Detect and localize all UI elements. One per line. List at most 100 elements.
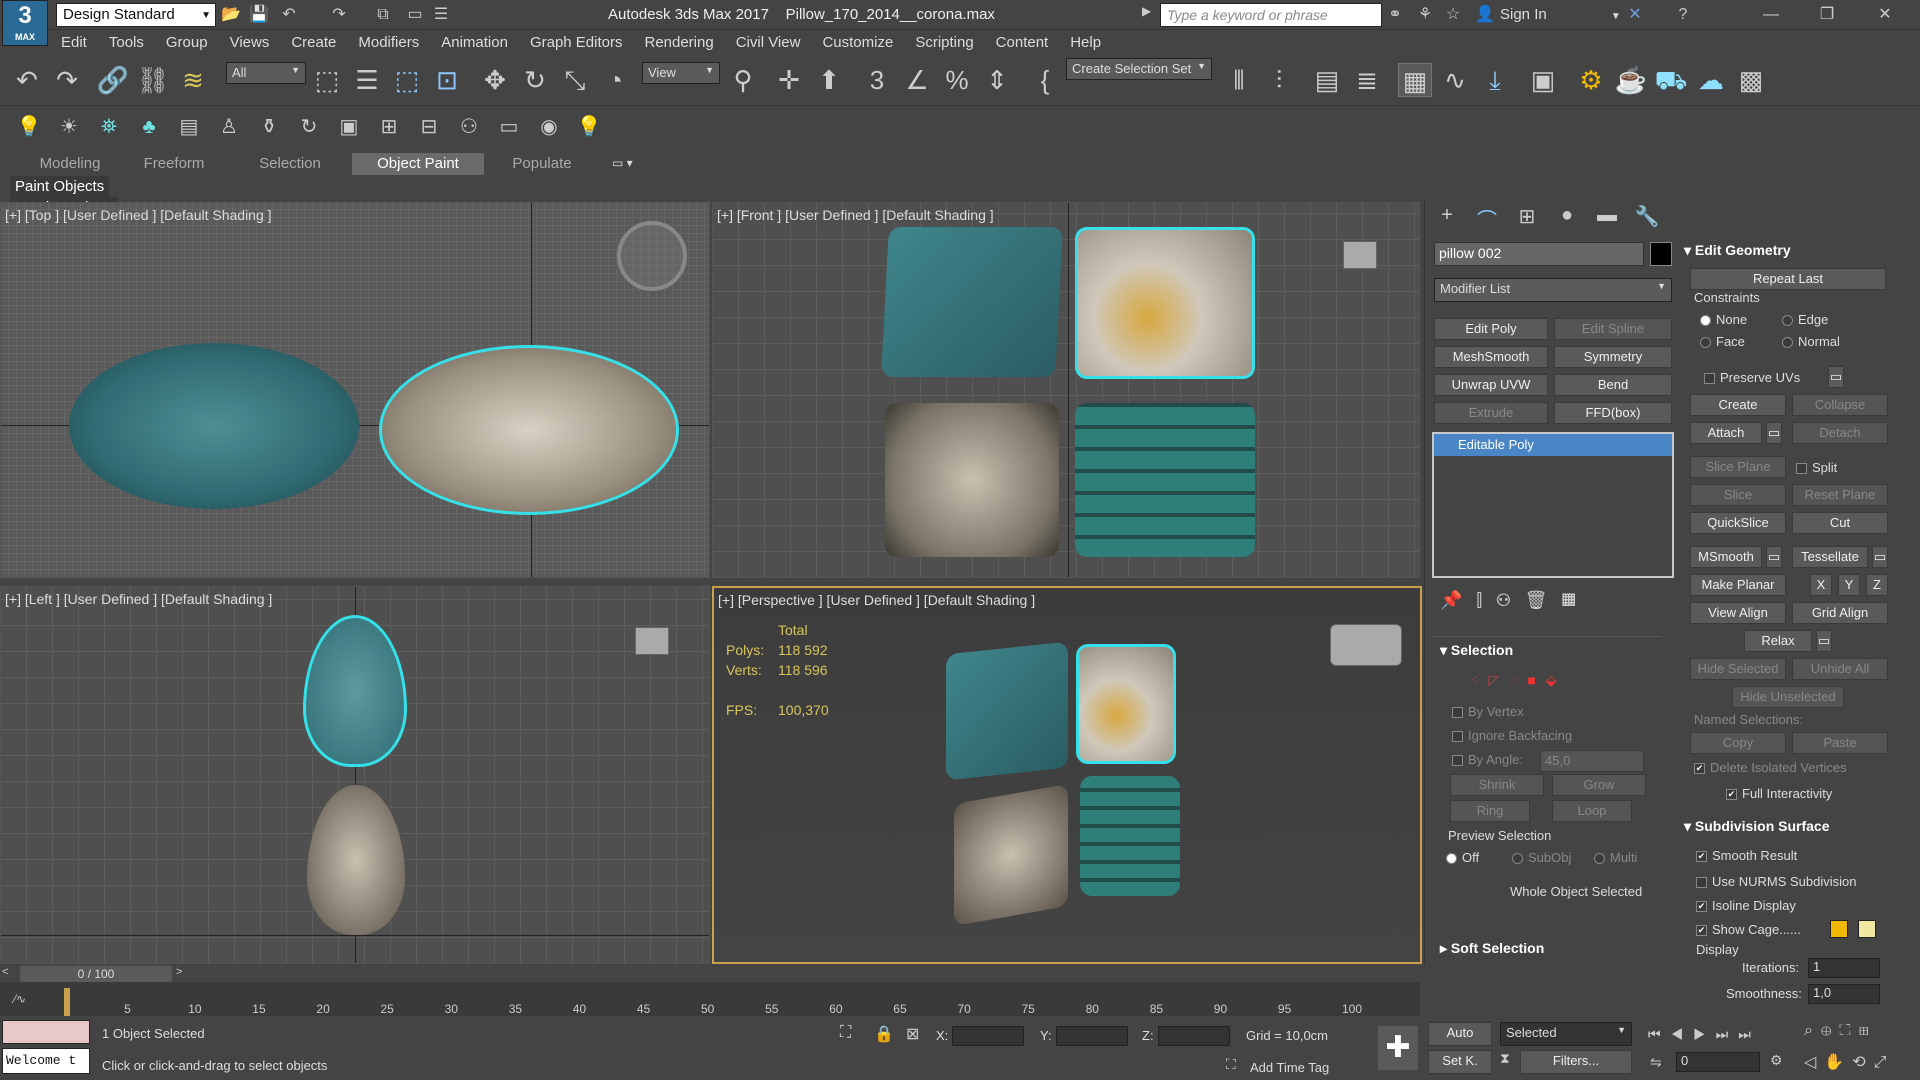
- element-level-icon[interactable]: ⬙: [1546, 672, 1567, 688]
- stack-item-editable-poly[interactable]: Editable Poly: [1434, 434, 1672, 456]
- material-editor-icon[interactable]: ▣: [1526, 63, 1560, 97]
- reset-plane-button[interactable]: Reset Plane: [1792, 484, 1888, 506]
- modify-tab-icon[interactable]: ⌒: [1472, 204, 1502, 232]
- menu-create[interactable]: Create: [280, 30, 347, 55]
- lightbulb-icon[interactable]: 💡: [572, 110, 606, 144]
- window-crossing-icon[interactable]: ⊡: [430, 63, 464, 97]
- modifier-unwrap-uvw-button[interactable]: Unwrap UVW: [1434, 374, 1548, 396]
- time-slider-next-icon[interactable]: >: [176, 966, 190, 982]
- edit-named-selection-icon[interactable]: {: [1028, 63, 1062, 97]
- menu-rendering[interactable]: Rendering: [633, 30, 724, 55]
- undo-icon[interactable]: ↶: [278, 4, 300, 26]
- constraint-edge-radio[interactable]: Edge: [1782, 312, 1828, 327]
- time-config-icon[interactable]: ⚙: [1770, 1052, 1783, 1069]
- z-coord-field[interactable]: [1158, 1026, 1230, 1046]
- select-place-icon[interactable]: ◔: [598, 63, 632, 97]
- time-slider-thumb[interactable]: 0 / 100: [20, 966, 172, 982]
- rectangular-selection-icon[interactable]: ⬚: [390, 63, 424, 97]
- tree-icon[interactable]: ♣: [132, 110, 166, 144]
- viewcube-compass[interactable]: [617, 221, 687, 291]
- quick-access-menu-icon[interactable]: ☰: [430, 4, 452, 26]
- vertex-level-icon[interactable]: ⁖: [1470, 672, 1488, 688]
- search-input[interactable]: Type a keyword or phrase: [1160, 3, 1382, 27]
- current-frame-field[interactable]: 0: [1676, 1052, 1760, 1072]
- iterations-spinner[interactable]: 1: [1808, 958, 1880, 978]
- selection-rollout-header[interactable]: ▾ Selection: [1440, 642, 1513, 659]
- tab-freeform[interactable]: Freeform: [114, 153, 234, 175]
- viewport-perspective[interactable]: [+] [Perspective ] [User Defined ] [Defa…: [712, 586, 1422, 964]
- selection-lock-icon[interactable]: 🔒: [874, 1024, 894, 1044]
- quickslice-button[interactable]: QuickSlice: [1690, 512, 1786, 534]
- minimize-icon[interactable]: —: [1760, 4, 1782, 26]
- ring-button[interactable]: Ring: [1450, 800, 1530, 822]
- modifier-symmetry-button[interactable]: Symmetry: [1554, 346, 1672, 368]
- modifier-ffd-box-button[interactable]: FFD(box): [1554, 402, 1672, 424]
- set-key-big-icon[interactable]: ✚: [1378, 1026, 1418, 1070]
- hide-unselected-button[interactable]: Hide Unselected: [1732, 686, 1844, 708]
- named-selection-set-dropdown[interactable]: Create Selection Set ▼: [1066, 58, 1212, 80]
- utilities-tab-icon[interactable]: 🔧: [1632, 204, 1662, 232]
- viewport-label-left[interactable]: [+] [Left ] [User Defined ] [Default Sha…: [5, 591, 272, 607]
- maximize-viewport-icon[interactable]: ⤢: [1874, 1054, 1895, 1071]
- mirror-icon[interactable]: ⫴: [1222, 63, 1256, 97]
- curve-editor-icon[interactable]: ∿: [1438, 63, 1472, 97]
- link-icon[interactable]: 🔗: [96, 63, 130, 97]
- key-mode-toggle-icon[interactable]: ⇋: [1650, 1054, 1662, 1071]
- key-filters-button[interactable]: Filters...: [1520, 1050, 1632, 1074]
- help-icon[interactable]: ?: [1672, 4, 1694, 26]
- zoom-extents-icon[interactable]: ⛶: [1839, 1022, 1858, 1039]
- pillow-teal-front[interactable]: [881, 227, 1063, 377]
- use-nurms-checkbox[interactable]: Use NURMS Subdivision: [1696, 874, 1857, 889]
- zoom-all-icon[interactable]: ⊕: [1821, 1022, 1839, 1039]
- frame-icon[interactable]: ⊞: [372, 110, 406, 144]
- viewport-left[interactable]: [+] [Left ] [User Defined ] [Default Sha…: [0, 586, 710, 964]
- relax-settings-icon[interactable]: ▭: [1816, 630, 1832, 652]
- refresh-icon[interactable]: ↻: [292, 110, 326, 144]
- maxscript-listener-pink[interactable]: [2, 1020, 90, 1044]
- isolate-selection-icon[interactable]: ⛶: [840, 1024, 851, 1042]
- pillow-teal-persp[interactable]: [946, 641, 1068, 781]
- window-icon[interactable]: ▭: [492, 110, 526, 144]
- constraint-none-radio[interactable]: None: [1700, 312, 1747, 327]
- relax-button[interactable]: Relax: [1744, 630, 1812, 652]
- auto-key-button[interactable]: Auto: [1428, 1022, 1492, 1046]
- ribbon-options-icon[interactable]: ▭ ▾: [612, 156, 633, 170]
- menu-edit[interactable]: Edit: [50, 30, 98, 55]
- pillow-grey-left[interactable]: [307, 785, 405, 935]
- select-rotate-icon[interactable]: ↻: [518, 63, 552, 97]
- remove-modifier-icon[interactable]: 🗑: [1525, 590, 1562, 610]
- preserve-uvs-checkbox[interactable]: Preserve UVs: [1704, 370, 1800, 385]
- make-planar-x-button[interactable]: X: [1810, 574, 1832, 596]
- pan-icon[interactable]: ✋: [1824, 1054, 1852, 1071]
- spinner-snap-icon[interactable]: ⇕: [980, 63, 1014, 97]
- pillow-woven-front[interactable]: [1075, 403, 1255, 557]
- menu-views[interactable]: Views: [219, 30, 281, 55]
- render-in-cloud-icon[interactable]: ☁: [1694, 63, 1728, 97]
- previous-frame-icon[interactable]: ◀: [1671, 1026, 1694, 1042]
- tab-populate[interactable]: Populate: [482, 153, 602, 175]
- subdivision-rollout-header[interactable]: ▾ Subdivision Surface: [1684, 818, 1830, 835]
- by-vertex-checkbox[interactable]: By Vertex: [1452, 704, 1524, 719]
- make-unique-icon[interactable]: ⚇: [1496, 590, 1524, 610]
- modifier-extrude-button[interactable]: Extrude: [1434, 402, 1548, 424]
- key-mode-icon[interactable]: ⧗: [1500, 1050, 1516, 1074]
- isoline-display-checkbox[interactable]: ✔ Isoline Display: [1696, 898, 1796, 913]
- tessellate-settings-icon[interactable]: ▭: [1872, 546, 1888, 568]
- hide-selected-button[interactable]: Hide Selected: [1690, 658, 1786, 680]
- viewcube[interactable]: [635, 627, 669, 655]
- cut-button[interactable]: Cut: [1792, 512, 1888, 534]
- save-icon[interactable]: 💾: [248, 4, 270, 26]
- camera-icon[interactable]: ⛯: [92, 110, 126, 144]
- border-level-icon[interactable]: ◌: [1509, 672, 1527, 688]
- a360-gallery-icon[interactable]: ▩: [1734, 63, 1768, 97]
- redo-icon[interactable]: ↷: [328, 4, 350, 26]
- slice-button[interactable]: Slice: [1690, 484, 1786, 506]
- view-align-button[interactable]: View Align: [1690, 602, 1786, 624]
- undo-icon[interactable]: ↶: [10, 63, 44, 97]
- key-filter-dropdown[interactable]: Selected ▼: [1500, 1022, 1632, 1046]
- pin-stack-icon[interactable]: 📌: [1440, 590, 1476, 610]
- menu-content[interactable]: Content: [985, 30, 1060, 55]
- y-coord-field[interactable]: [1056, 1026, 1128, 1046]
- select-scale-icon[interactable]: ⤡: [558, 63, 592, 97]
- go-to-start-icon[interactable]: ⏮: [1648, 1026, 1671, 1042]
